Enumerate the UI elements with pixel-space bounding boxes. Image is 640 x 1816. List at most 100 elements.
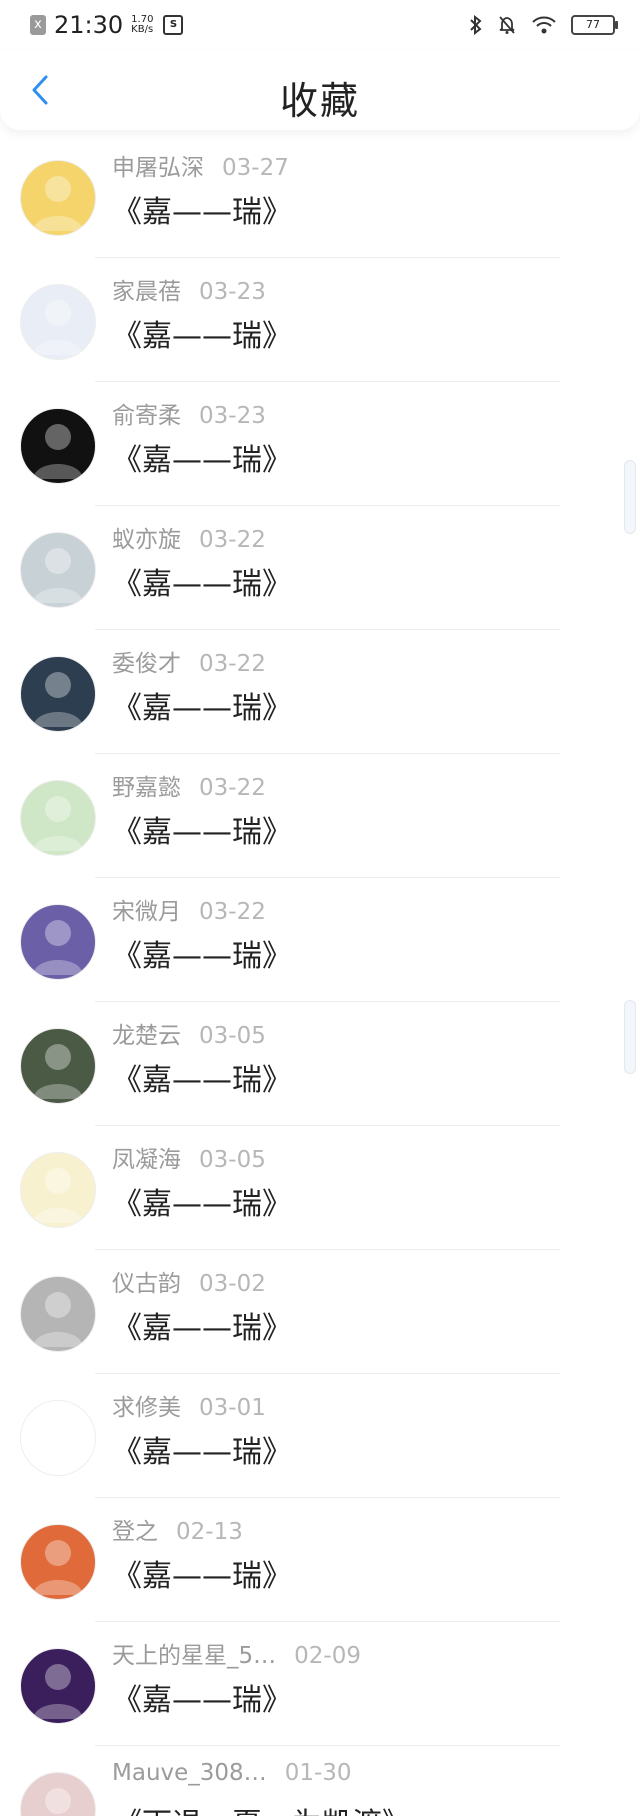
item-date: 02-13 [176,1519,243,1545]
item-author: 登之 02-13 [112,1512,243,1546]
item-date: 03-01 [199,1395,266,1421]
user-avatar-icon [33,1292,83,1347]
item-author: Mauve_308… 01-30 [112,1760,352,1786]
item-title[interactable]: 《嘉——瑞》 [112,1427,292,1471]
item-title[interactable]: 《嘉——瑞》 [112,1675,292,1719]
status-time: 21:30 [54,11,124,39]
avatar[interactable] [20,656,96,732]
item-author: 蚁亦旋 03-22 [112,520,266,554]
mute-bell-icon [499,16,515,34]
avatar[interactable] [20,1524,96,1600]
status-left: x 21:30 1.70 KB/s S [0,11,184,39]
item-title[interactable]: 《嘉——瑞》 [112,931,292,975]
list-item[interactable]: 求修美 03-01 《嘉——瑞》 [0,1374,640,1498]
item-author: 仪古韵 03-02 [112,1264,266,1298]
author-name: 求修美 [112,1395,181,1421]
item-title[interactable]: 《雨退一夏，为凯渡》 [112,1799,412,1816]
list-item[interactable]: 家晨蓓 03-23 《嘉——瑞》 [0,258,640,382]
status-right: 77 [469,15,640,35]
avatar[interactable] [20,1648,96,1724]
author-name: 申屠弘深 [112,155,204,181]
item-title[interactable]: 《嘉——瑞》 [112,435,292,479]
item-author: 委俊才 03-22 [112,644,266,678]
network-speed: 1.70 KB/s [131,15,153,35]
list-item[interactable]: 委俊才 03-22 《嘉——瑞》 [0,630,640,754]
network-speed-unit: KB/s [131,24,154,35]
item-date: 03-23 [199,403,266,429]
author-name: 野嘉懿 [112,775,181,801]
list-item[interactable]: 申屠弘深 03-27 《嘉——瑞》 [0,134,640,258]
app-header: 收藏 [0,50,640,130]
user-avatar-icon [33,920,83,975]
item-author: 申屠弘深 03-27 [112,148,289,182]
item-date: 03-22 [199,899,266,925]
list-item[interactable]: 天上的星星_5… 02-09 《嘉——瑞》 [0,1622,640,1746]
list-item[interactable]: 龙楚云 03-05 《嘉——瑞》 [0,1002,640,1126]
user-avatar-icon [33,424,83,479]
user-avatar-icon [33,1416,83,1471]
scroll-indicator-bottom [624,1000,636,1074]
app-notification-icon: S [163,15,184,35]
author-name: 委俊才 [112,651,181,677]
avatar[interactable] [20,1276,96,1352]
item-title[interactable]: 《嘉——瑞》 [112,1179,292,1223]
status-bar: x 21:30 1.70 KB/s S 77 [0,0,640,50]
item-author: 龙楚云 03-05 [112,1016,266,1050]
author-name: 登之 [112,1519,158,1545]
item-author: 俞寄柔 03-23 [112,396,266,430]
user-avatar-icon [33,1168,83,1223]
item-title[interactable]: 《嘉——瑞》 [112,311,292,355]
avatar[interactable] [20,780,96,856]
avatar[interactable] [20,532,96,608]
author-name: 天上的星星_5… [112,1643,277,1669]
item-date: 03-05 [199,1147,266,1173]
page-title: 收藏 [279,79,360,123]
list-item[interactable]: 凤凝海 03-05 《嘉——瑞》 [0,1126,640,1250]
author-name: 俞寄柔 [112,403,181,429]
list-item[interactable]: 野嘉懿 03-22 《嘉——瑞》 [0,754,640,878]
user-avatar-icon [33,1044,83,1099]
list-item[interactable]: 蚁亦旋 03-22 《嘉——瑞》 [0,506,640,630]
item-title[interactable]: 《嘉——瑞》 [112,1303,292,1347]
item-title[interactable]: 《嘉——瑞》 [112,683,292,727]
list-item[interactable]: 登之 02-13 《嘉——瑞》 [0,1498,640,1622]
list-item[interactable]: Mauve_308… 01-30 《雨退一夏，为凯渡》 [0,1746,640,1816]
item-title[interactable]: 《嘉——瑞》 [112,1055,292,1099]
user-avatar-icon [33,796,83,851]
item-date: 03-27 [222,155,289,181]
avatar[interactable] [20,1028,96,1104]
author-name: 仪古韵 [112,1271,181,1297]
battery-icon: 77 [571,15,618,35]
screen: x 21:30 1.70 KB/s S 77 收藏 申屠弘深 03-27 《嘉—… [0,0,640,1816]
user-avatar-icon [33,548,83,603]
item-date: 03-05 [199,1023,266,1049]
item-title[interactable]: 《嘉——瑞》 [112,807,292,851]
avatar[interactable] [20,1772,96,1816]
list-item[interactable]: 仪古韵 03-02 《嘉——瑞》 [0,1250,640,1374]
item-title[interactable]: 《嘉——瑞》 [112,1551,292,1595]
bluetooth-icon [470,15,482,35]
item-title[interactable]: 《嘉——瑞》 [112,559,292,603]
avatar[interactable] [20,284,96,360]
list-item[interactable]: 宋微月 03-22 《嘉——瑞》 [0,878,640,1002]
avatar[interactable] [20,1152,96,1228]
item-date: 03-22 [199,651,266,677]
user-avatar-icon [33,300,83,355]
item-date: 03-02 [199,1271,266,1297]
wifi-icon [532,16,556,34]
user-avatar-icon [33,1664,83,1719]
avatar[interactable] [20,1400,96,1476]
item-author: 求修美 03-01 [112,1388,266,1422]
notification-icon: x [30,15,46,35]
item-author: 野嘉懿 03-22 [112,768,266,802]
favorites-list[interactable]: 申屠弘深 03-27 《嘉——瑞》 家晨蓓 03-23 《嘉——瑞》 俞寄柔 03-23 《嘉—… [0,134,640,1816]
item-date: 03-22 [199,527,266,553]
list-item[interactable]: 俞寄柔 03-23 《嘉——瑞》 [0,382,640,506]
avatar[interactable] [20,904,96,980]
author-name: 龙楚云 [112,1023,181,1049]
item-title[interactable]: 《嘉——瑞》 [112,187,292,231]
avatar[interactable] [20,160,96,236]
user-avatar-icon [45,1788,71,1814]
item-date: 01-30 [284,1760,352,1786]
avatar[interactable] [20,408,96,484]
